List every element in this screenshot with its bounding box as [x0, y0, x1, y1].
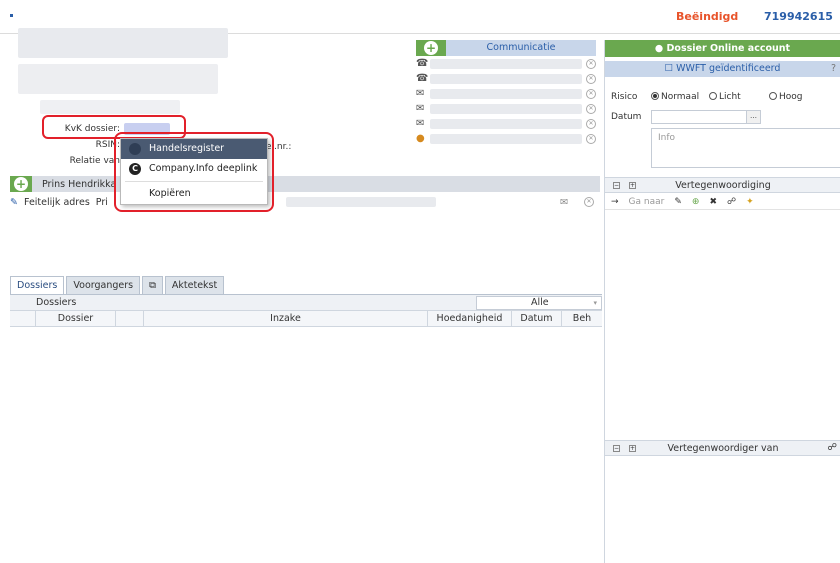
right-panel: ● Dossier Online account ☐ WWFT geïdenti… — [604, 40, 840, 563]
radio-icon — [651, 92, 659, 100]
col-datum[interactable]: Datum — [512, 311, 562, 326]
hierarchy-icon[interactable]: ☍ — [827, 442, 837, 453]
structure-icon: ⧉ — [149, 280, 156, 291]
chevron-down-icon: ▾ — [593, 298, 597, 307]
radio-icon — [769, 92, 777, 100]
list-item[interactable]: ☎ ✕ — [416, 71, 596, 86]
dossiers-label: Dossiers — [36, 297, 77, 308]
table-header: Dossier Inzake Hoedanigheid Datum Beh — [10, 311, 602, 327]
address-row[interactable]: ✎ Feitelijk adres Pri ✉ ✕ — [10, 194, 600, 210]
vertegenwoordiging-header: − + Vertegenwoordiging — [605, 177, 840, 193]
risico-normaal[interactable]: Normaal — [651, 92, 699, 102]
envelope-icon[interactable]: ✉ — [560, 197, 568, 208]
datum-label: Datum — [611, 112, 642, 122]
phone-icon: ☎ — [416, 73, 429, 84]
communication-panel: + Communicatie ☎ ✕ ☎ ✕ ✉ ✕ ✉ ✕ ✉ ✕ ● ✕ — [416, 40, 596, 146]
col-dossier[interactable]: Dossier — [36, 311, 116, 326]
email-icon: ✉ — [416, 118, 425, 129]
remove-icon[interactable]: ✕ — [584, 197, 594, 207]
ga-naar-button[interactable]: Ga naar — [629, 197, 665, 207]
online-account-button[interactable]: ● Dossier Online account — [605, 40, 840, 57]
col-beh[interactable]: Beh — [562, 311, 602, 326]
relatie-label: Relatie van — [69, 156, 120, 166]
magic-wand-icon[interactable]: ✦ — [746, 197, 754, 207]
tab-voorgangers[interactable]: Voorgangers — [66, 276, 141, 294]
dossiers-table: Dossiers Alle ▾ Dossier Inzake Hoedanigh… — [10, 294, 602, 563]
remove-icon[interactable]: ✕ — [586, 58, 596, 69]
list-item[interactable]: ✉ ✕ — [416, 101, 596, 116]
add-icon[interactable]: ⊕ — [692, 197, 700, 207]
status-badge: Beëindigd — [676, 10, 739, 23]
delete-icon[interactable]: ✖ — [709, 197, 717, 207]
radio-icon — [709, 92, 717, 100]
phone-icon: ☎ — [416, 58, 429, 69]
remove-icon[interactable]: ✕ — [586, 73, 596, 84]
wwft-checkbox[interactable]: ☐ WWFT geïdentificeerd? — [605, 61, 840, 77]
datum-input[interactable]: … — [651, 110, 761, 124]
dossier-number[interactable]: 719942615 — [764, 10, 833, 23]
address-header: + Prins Hendrikka — [10, 176, 600, 192]
blurred-address — [18, 64, 218, 94]
edit-address-icon[interactable]: ✎ — [10, 197, 24, 208]
address-type: Feitelijk adres — [24, 196, 90, 208]
list-item[interactable]: ● ✕ — [416, 131, 596, 146]
tab-aktetekst[interactable]: Aktetekst — [164, 276, 225, 294]
globe-icon: ● — [654, 43, 667, 54]
remove-icon[interactable]: ✕ — [586, 88, 596, 99]
remove-icon[interactable]: ✕ — [586, 103, 596, 114]
risico-label: Risico — [611, 92, 638, 102]
address-prefix: Pri — [95, 196, 108, 208]
edit-icon[interactable]: ✎ — [674, 197, 682, 207]
risico-hoog[interactable]: Hoog — [769, 92, 803, 102]
plus-icon: + — [14, 177, 28, 191]
rsin-label: RSIN: — [95, 140, 120, 150]
remove-icon[interactable]: ✕ — [586, 133, 596, 144]
col-inzake[interactable]: Inzake — [144, 311, 428, 326]
vertegenwoordiger-van-header: − + Vertegenwoordiger van ☍ — [605, 440, 840, 456]
contact-icon: ✉ — [416, 88, 425, 99]
vertegenwoordiger-van-title: Vertegenwoordiger van — [667, 443, 779, 454]
tab-dossiers[interactable]: Dossiers — [10, 276, 65, 294]
risico-licht[interactable]: Licht — [709, 92, 741, 102]
help-icon[interactable]: ? — [831, 61, 836, 77]
hierarchy-icon[interactable]: ☍ — [727, 197, 736, 207]
checkbox-icon: ☐ — [664, 63, 677, 74]
vertegenwoordiging-toolbar: → Ga naar ✎ ⊕ ✖ ☍ ✦ — [605, 194, 840, 210]
list-item[interactable]: ☎ ✕ — [416, 56, 596, 71]
address-title: Prins Hendrikka — [42, 178, 117, 190]
list-item[interactable]: ✉ ✕ — [416, 116, 596, 131]
remove-icon[interactable]: ✕ — [586, 118, 596, 129]
dossier-filter-select[interactable]: Alle ▾ — [476, 295, 602, 310]
context-menu-highlight — [114, 132, 274, 212]
list-item[interactable]: ✉ ✕ — [416, 86, 596, 101]
plus-icon: + — [424, 41, 438, 55]
dossier-filter-value: Alle — [531, 296, 549, 308]
globe-icon: ● — [416, 133, 425, 144]
bullet-icon — [10, 14, 13, 17]
tab-bar: Dossiers Voorgangers ⧉ Aktetekst — [10, 276, 225, 294]
add-communication-button[interactable]: + — [416, 40, 446, 56]
email-icon: ✉ — [416, 103, 425, 114]
vertegenwoordiging-title: Vertegenwoordiging — [675, 180, 771, 191]
arrow-right-icon[interactable]: → — [611, 197, 619, 207]
col-hoedanigheid[interactable]: Hoedanigheid — [428, 311, 512, 326]
blurred-name — [18, 28, 228, 58]
communication-title: Communicatie — [446, 40, 596, 56]
info-textarea[interactable]: Info — [651, 128, 840, 168]
date-picker-button[interactable]: … — [746, 111, 760, 123]
tab-structure[interactable]: ⧉ — [142, 276, 163, 294]
add-address-button[interactable]: + — [10, 176, 32, 192]
blurred-extra — [40, 100, 180, 114]
